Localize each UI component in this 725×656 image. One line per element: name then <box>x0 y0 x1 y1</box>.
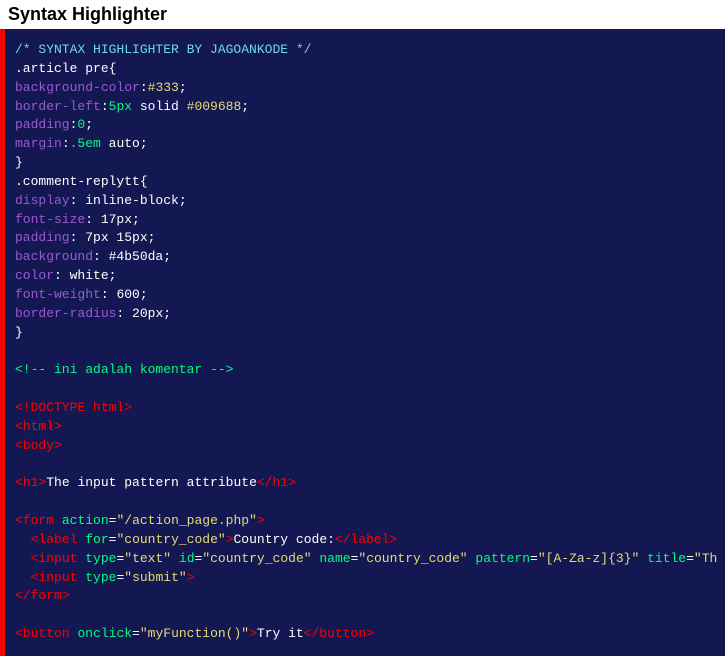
css-value: 7px 15px <box>77 230 147 245</box>
html-tag: input <box>38 570 77 585</box>
css-property: border-left <box>15 99 101 114</box>
html-text: The input pattern attribute <box>46 475 257 490</box>
html-attr: action <box>62 513 109 528</box>
css-property: font-weight <box>15 287 101 302</box>
html-tag: button <box>23 626 70 641</box>
syntax-highlighted-code: /* SYNTAX HIGHLIGHTER BY JAGOANKODE */ .… <box>0 29 725 656</box>
html-tag: body <box>23 438 54 453</box>
html-attr-value: "country_code" <box>116 532 225 547</box>
css-property: padding <box>15 117 70 132</box>
html-tag: form <box>23 513 54 528</box>
css-selector: .comment-replytt{ <box>15 174 148 189</box>
css-selector: .article pre{ <box>15 61 116 76</box>
css-value: .5em <box>70 136 101 151</box>
css-value: #333 <box>148 80 179 95</box>
css-value: inline-block <box>77 193 178 208</box>
brace-close: } <box>15 155 23 170</box>
html-tag: html <box>23 419 54 434</box>
html-text: Try it <box>257 626 304 641</box>
page-title: Syntax Highlighter <box>8 4 717 25</box>
doctype: <!DOCTYPE html> <box>15 400 132 415</box>
html-attr-value: "/action_page.php" <box>116 513 256 528</box>
css-property: display <box>15 193 70 208</box>
css-property: padding <box>15 230 70 245</box>
css-value: 20px <box>124 306 163 321</box>
html-tag: input <box>38 551 77 566</box>
brace-close: } <box>15 325 23 340</box>
css-value: 600 <box>109 287 140 302</box>
css-property: margin <box>15 136 62 151</box>
html-attr: for <box>85 532 108 547</box>
css-comment: /* SYNTAX HIGHLIGHTER BY JAGOANKODE */ <box>15 42 311 57</box>
html-tag: label <box>38 532 77 547</box>
page-header: Syntax Highlighter <box>0 0 725 29</box>
html-attr: type <box>85 551 116 566</box>
css-property: border-radius <box>15 306 116 321</box>
css-value: #4b50da <box>101 249 163 264</box>
html-attr: type <box>85 570 116 585</box>
html-tag: h1 <box>23 475 39 490</box>
css-property: background <box>15 249 93 264</box>
html-attr: onclick <box>77 626 132 641</box>
css-value: 5px <box>109 99 132 114</box>
css-property: background-color <box>15 80 140 95</box>
css-value: 17px <box>93 212 132 227</box>
css-property: color <box>15 268 54 283</box>
css-property: font-size <box>15 212 85 227</box>
css-value: white <box>62 268 109 283</box>
html-text: Country code: <box>234 532 335 547</box>
html-comment: <!-- ini adalah komentar --> <box>15 362 233 377</box>
